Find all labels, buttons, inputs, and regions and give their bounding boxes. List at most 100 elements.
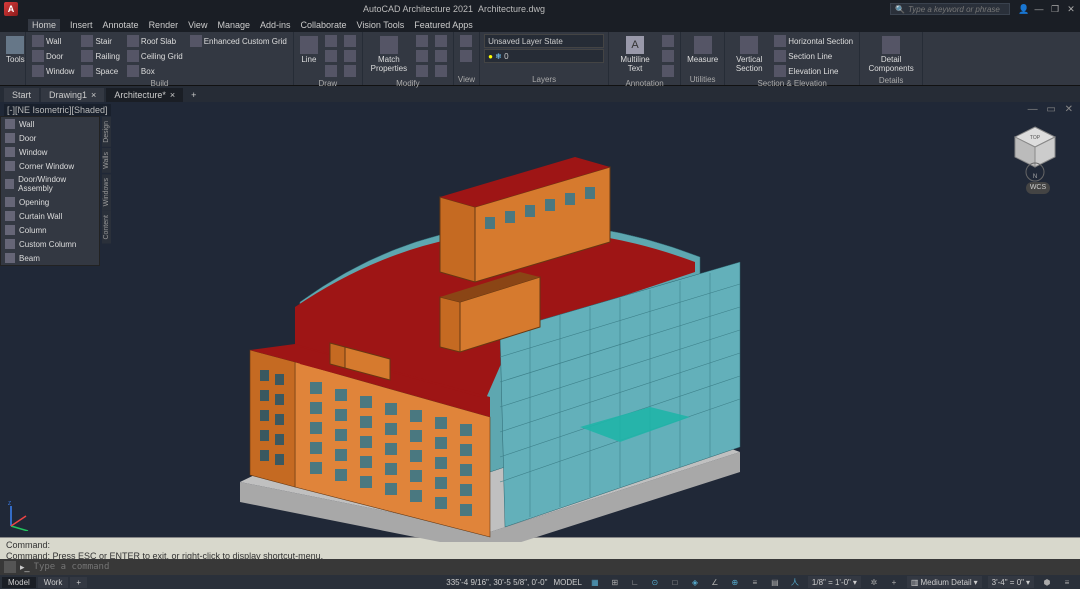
plus-icon[interactable]: + (887, 576, 901, 588)
polar-toggle[interactable]: ⊙ (648, 576, 662, 588)
tab-collaborate[interactable]: Collaborate (301, 20, 347, 30)
palette-tab-walls[interactable]: Walls (102, 148, 111, 173)
draw-tool[interactable] (323, 34, 339, 48)
annot-tool[interactable] (660, 49, 676, 63)
mod-tool[interactable] (414, 64, 430, 78)
otrack-toggle[interactable]: ∠ (708, 576, 722, 588)
tab-architecture[interactable]: Architecture*× (106, 88, 183, 102)
mtext-button[interactable]: AMultiline Text (613, 34, 657, 75)
box-button[interactable]: Box (125, 64, 185, 78)
viewport-controls[interactable]: — ▭ ✕ (1028, 104, 1076, 115)
customize-icon[interactable]: ≡ (1060, 576, 1074, 588)
tab-render[interactable]: Render (149, 20, 179, 30)
viewport[interactable]: [-][NE Isometric][Shaded] — ▭ ✕ TOOL PAL… (0, 102, 1080, 537)
tools-button[interactable]: Tools (4, 34, 27, 66)
tab-vision[interactable]: Vision Tools (357, 20, 405, 30)
scale-dropdown[interactable]: 1/8" = 1'-0"▾ (808, 576, 861, 588)
tab-drawing1[interactable]: Drawing1× (41, 88, 104, 102)
hsection-button[interactable]: Horizontal Section (772, 34, 855, 48)
wcs-indicator[interactable]: WCS (1026, 182, 1050, 194)
roofslab-button[interactable]: Roof Slab (125, 34, 185, 48)
palette-tab-windows[interactable]: Windows (102, 174, 111, 210)
lwt-toggle[interactable]: ≡ (748, 576, 762, 588)
scale2-dropdown[interactable]: 3'-4" = 0"▾ (988, 576, 1034, 588)
vsection-button[interactable]: Vertical Section (729, 34, 769, 75)
layout-tab-work[interactable]: Work (38, 577, 69, 588)
space-button[interactable]: Space (79, 64, 121, 78)
close-button[interactable]: ✕ (1066, 4, 1076, 15)
tab-insert[interactable]: Insert (70, 20, 93, 30)
palette-beam[interactable]: Beam (1, 251, 99, 265)
palette-custcol[interactable]: Custom Column (1, 237, 99, 251)
ceilinggrid-button[interactable]: Ceiling Grid (125, 49, 185, 63)
snap-toggle[interactable]: ⊞ (608, 576, 622, 588)
view-tool[interactable] (458, 49, 474, 63)
mod-tool[interactable] (414, 34, 430, 48)
help-search[interactable]: 🔍Type a keyword or phrase (890, 3, 1010, 15)
detail-dropdown[interactable]: ▥Medium Detail▾ (907, 576, 982, 588)
3dosnap-toggle[interactable]: ◈ (688, 576, 702, 588)
draw-tool[interactable] (323, 49, 339, 63)
close-icon[interactable]: × (91, 90, 96, 100)
qp-toggle[interactable]: 人 (788, 576, 802, 588)
layout-tab-add[interactable]: + (70, 577, 87, 588)
viewcube[interactable]: TOP N (1010, 122, 1060, 172)
minimize-button[interactable]: — (1034, 4, 1044, 15)
close-icon[interactable]: × (170, 90, 175, 100)
app-logo[interactable]: A (4, 2, 18, 16)
annot-tool[interactable] (660, 64, 676, 78)
wall-button[interactable]: Wall (30, 34, 76, 48)
palette-tab-design[interactable]: Design (102, 117, 111, 147)
stair-button[interactable]: Stair (79, 34, 121, 48)
railing-button[interactable]: Railing (79, 49, 121, 63)
tab-addins[interactable]: Add-ins (260, 20, 291, 30)
layer-state-dropdown[interactable]: Unsaved Layer State (484, 34, 604, 48)
measure-button[interactable]: Measure (685, 34, 720, 66)
detailcomp-button[interactable]: Detail Components (864, 34, 918, 75)
gear-icon[interactable]: ✲ (867, 576, 881, 588)
palette-tab-content[interactable]: Content (102, 211, 111, 244)
maximize-button[interactable]: ❐ (1050, 4, 1060, 15)
palette-curtain[interactable]: Curtain Wall (1, 209, 99, 223)
iso-toggle[interactable]: ⬢ (1040, 576, 1054, 588)
sectionline-button[interactable]: Section Line (772, 49, 855, 63)
palette-opening[interactable]: Opening (1, 195, 99, 209)
line-button[interactable]: Line (298, 34, 320, 66)
custgrid-button[interactable]: Enhanced Custom Grid (188, 34, 289, 48)
tab-home[interactable]: Home (28, 19, 60, 31)
window-button[interactable]: Window (30, 64, 76, 78)
mod-tool[interactable] (433, 49, 449, 63)
draw-tool[interactable] (342, 64, 358, 78)
mod-tool[interactable] (433, 34, 449, 48)
layout-tab-model[interactable]: Model (2, 577, 36, 588)
tab-manage[interactable]: Manage (217, 20, 250, 30)
ortho-toggle[interactable]: ∟ (628, 576, 642, 588)
mod-tool[interactable] (414, 49, 430, 63)
tab-view[interactable]: View (188, 20, 207, 30)
transparency-toggle[interactable]: ▤ (768, 576, 782, 588)
grid-toggle[interactable]: ▦ (588, 576, 602, 588)
palette-door[interactable]: Door (1, 131, 99, 145)
draw-tool[interactable] (342, 34, 358, 48)
user-icon[interactable]: 👤 (1018, 4, 1028, 15)
palette-column[interactable]: Column (1, 223, 99, 237)
layer-dropdown[interactable]: ● ❄ 0 (484, 49, 604, 63)
tab-annotate[interactable]: Annotate (103, 20, 139, 30)
tab-featured[interactable]: Featured Apps (414, 20, 473, 30)
tab-start[interactable]: Start (4, 88, 39, 102)
draw-tool[interactable] (342, 49, 358, 63)
palette-wall[interactable]: Wall (1, 117, 99, 131)
view-tool[interactable] (458, 34, 474, 48)
model-indicator[interactable]: MODEL (553, 578, 581, 587)
mod-tool[interactable] (433, 64, 449, 78)
command-input[interactable] (34, 562, 1076, 572)
viewport-label[interactable]: [-][NE Isometric][Shaded] (4, 104, 111, 116)
elevline-button[interactable]: Elevation Line (772, 64, 855, 78)
door-button[interactable]: Door (30, 49, 76, 63)
osnap-toggle[interactable]: □ (668, 576, 682, 588)
palette-window[interactable]: Window (1, 145, 99, 159)
palette-dwa[interactable]: Door/Window Assembly (1, 173, 99, 195)
matchprops-button[interactable]: Match Properties (367, 34, 411, 75)
palette-cornerwin[interactable]: Corner Window (1, 159, 99, 173)
draw-tool[interactable] (323, 64, 339, 78)
